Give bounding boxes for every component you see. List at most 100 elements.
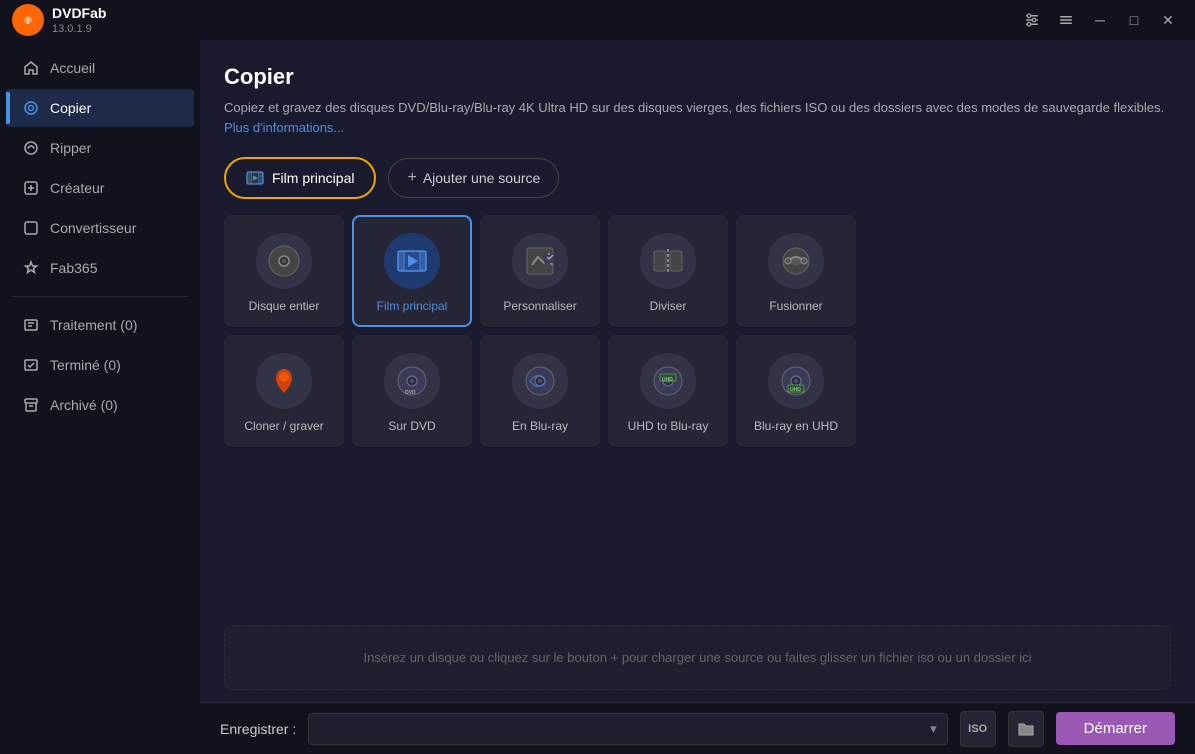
save-path-dropdown[interactable]: ▾ <box>308 713 947 745</box>
cloner-graver-icon <box>256 353 312 409</box>
drop-zone-text: Insérez un disque ou cliquez sur le bout… <box>363 650 1031 665</box>
dropdown-chevron-icon: ▾ <box>930 721 937 737</box>
mode-card-cloner-graver[interactable]: Cloner / graver <box>224 335 344 447</box>
sidebar-label-accueil: Accueil <box>50 60 95 76</box>
disque-entier-icon <box>256 233 312 289</box>
bottom-bar: Enregistrer : ▾ ISO Démarrer <box>200 702 1195 754</box>
uhd-to-blu-ray-label: UHD to Blu-ray <box>628 419 709 433</box>
sidebar-label-createur: Créateur <box>50 180 104 196</box>
blu-ray-en-uhd-icon: UHD <box>768 353 824 409</box>
app-logo: f DVDFab 13.0.1.9 <box>12 4 106 36</box>
sur-dvd-label: Sur DVD <box>388 419 435 433</box>
start-button[interactable]: Démarrer <box>1056 712 1175 745</box>
film-principal-button[interactable]: Film principal <box>224 157 376 199</box>
app-name: DVDFab <box>52 5 106 21</box>
sidebar-item-copier[interactable]: Copier <box>6 89 194 127</box>
app-version: 13.0.1.9 <box>52 23 106 35</box>
sur-dvd-icon: DVD <box>384 353 440 409</box>
convertisseur-icon <box>22 219 40 237</box>
sidebar: Accueil Copier Ripper <box>0 40 200 754</box>
diviser-label: Diviser <box>650 299 687 313</box>
sidebar-item-termine[interactable]: Terminé (0) <box>6 346 194 384</box>
more-info-link[interactable]: Plus d'informations... <box>224 120 344 135</box>
uhd-to-blu-ray-icon: UHD <box>640 353 696 409</box>
sidebar-label-convertisseur: Convertisseur <box>50 220 136 236</box>
sidebar-label-fab365: Fab365 <box>50 260 97 276</box>
add-icon: + <box>407 169 416 187</box>
add-source-button[interactable]: + Ajouter une source <box>388 158 559 198</box>
logo-icon: f <box>12 4 44 36</box>
personnaliser-label: Personnaliser <box>503 299 576 313</box>
fab365-icon <box>22 259 40 277</box>
iso-button[interactable]: ISO <box>960 711 996 747</box>
modes-section: Disque entier Film principal <box>200 215 1195 613</box>
personnaliser-icon <box>512 233 568 289</box>
sidebar-divider <box>12 296 188 297</box>
window-controls: ─ □ ✕ <box>1017 5 1183 35</box>
film-button-icon <box>246 169 264 187</box>
traitement-icon <box>22 316 40 334</box>
folder-icon <box>1017 720 1035 738</box>
svg-text:DVD: DVD <box>405 390 416 396</box>
modes-grid: Disque entier Film principal <box>224 215 1171 455</box>
fusionner-icon <box>768 233 824 289</box>
createur-icon <box>22 179 40 197</box>
sidebar-item-ripper[interactable]: Ripper <box>6 129 194 167</box>
drop-zone: Insérez un disque ou cliquez sur le bout… <box>224 625 1171 690</box>
add-source-label: Ajouter une source <box>423 170 541 186</box>
svg-text:UHD: UHD <box>790 387 801 393</box>
mode-card-disque-entier[interactable]: Disque entier <box>224 215 344 327</box>
content-area: Copier Copiez et gravez des disques DVD/… <box>200 40 1195 754</box>
cloner-graver-label: Cloner / graver <box>244 419 323 433</box>
film-principal-icon <box>384 233 440 289</box>
mode-card-blu-ray-en-uhd[interactable]: UHD Blu-ray en UHD <box>736 335 856 447</box>
sidebar-label-traitement: Traitement (0) <box>50 317 137 333</box>
archive-icon <box>22 396 40 414</box>
en-blu-ray-icon <box>512 353 568 409</box>
page-title: Copier <box>224 64 1171 90</box>
close-button[interactable]: ✕ <box>1153 5 1183 35</box>
sidebar-item-traitement[interactable]: Traitement (0) <box>6 306 194 344</box>
settings-button[interactable] <box>1017 5 1047 35</box>
action-bar: Film principal + Ajouter une source <box>200 149 1195 215</box>
minimize-button[interactable]: ─ <box>1085 5 1115 35</box>
sidebar-label-ripper: Ripper <box>50 140 91 156</box>
sidebar-label-copier: Copier <box>50 100 91 116</box>
en-blu-ray-label: En Blu-ray <box>512 419 568 433</box>
mode-card-uhd-to-blu-ray[interactable]: UHD UHD to Blu-ray <box>608 335 728 447</box>
sidebar-label-termine: Terminé (0) <box>50 357 121 373</box>
disque-entier-label: Disque entier <box>249 299 320 313</box>
maximize-button[interactable]: □ <box>1119 5 1149 35</box>
fusionner-label: Fusionner <box>769 299 822 313</box>
sidebar-item-convertisseur[interactable]: Convertisseur <box>6 209 194 247</box>
menu-button[interactable] <box>1051 5 1081 35</box>
content-header: Copier Copiez et gravez des disques DVD/… <box>200 40 1195 149</box>
termine-icon <box>22 356 40 374</box>
copy-icon <box>22 99 40 117</box>
diviser-icon <box>640 233 696 289</box>
folder-button[interactable] <box>1008 711 1044 747</box>
iso-icon: ISO <box>968 723 987 735</box>
blu-ray-en-uhd-label: Blu-ray en UHD <box>754 419 838 433</box>
page-description: Copiez et gravez des disques DVD/Blu-ray… <box>224 98 1171 137</box>
sidebar-item-accueil[interactable]: Accueil <box>6 49 194 87</box>
mode-card-film-principal[interactable]: Film principal <box>352 215 472 327</box>
sidebar-item-fab365[interactable]: Fab365 <box>6 249 194 287</box>
mode-card-diviser[interactable]: Diviser <box>608 215 728 327</box>
film-principal-label: Film principal <box>377 299 448 313</box>
sidebar-item-createur[interactable]: Créateur <box>6 169 194 207</box>
home-icon <box>22 59 40 77</box>
film-button-label: Film principal <box>272 170 354 186</box>
sidebar-item-archive[interactable]: Archivé (0) <box>6 386 194 424</box>
mode-card-personnaliser[interactable]: Personnaliser <box>480 215 600 327</box>
mode-card-sur-dvd[interactable]: DVD Sur DVD <box>352 335 472 447</box>
mode-card-en-blu-ray[interactable]: En Blu-ray <box>480 335 600 447</box>
sidebar-label-archive: Archivé (0) <box>50 397 118 413</box>
svg-text:UHD: UHD <box>662 377 673 383</box>
save-label: Enregistrer : <box>220 721 296 737</box>
active-indicator <box>6 92 10 124</box>
titlebar: f DVDFab 13.0.1.9 ─ □ <box>0 0 1195 40</box>
main-layout: Accueil Copier Ripper <box>0 40 1195 754</box>
mode-card-fusionner[interactable]: Fusionner <box>736 215 856 327</box>
ripper-icon <box>22 139 40 157</box>
